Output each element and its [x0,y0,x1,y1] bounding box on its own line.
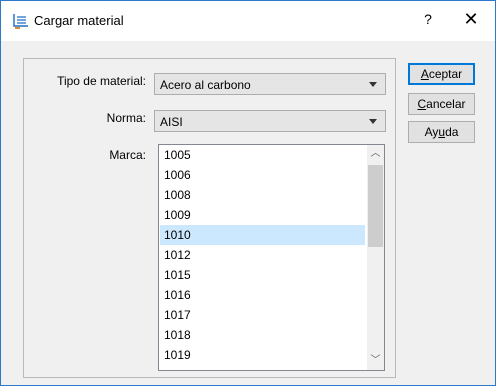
list-item[interactable]: 1015 [160,265,365,285]
accept-label-post: ceptar [428,67,463,81]
material-type-value: Acero al carbono [160,78,251,92]
standard-select[interactable]: AISI [154,110,386,132]
accept-button[interactable]: Aceptar [408,63,475,85]
cancel-button[interactable]: Cancelar [408,93,475,115]
chevron-down-icon [369,119,377,124]
help-label-post: da [445,125,459,139]
chevron-down-icon [369,82,377,87]
cancel-label-post: ancelar [426,97,466,111]
title-bar[interactable]: Cargar material ? ✕ [1,1,495,41]
list-item[interactable]: 1006 [160,165,365,185]
vertical-scrollbar[interactable]: ︿ ﹀ [367,145,384,370]
material-type-select[interactable]: Acero al carbono [154,73,386,95]
scrollbar-thumb[interactable] [368,165,383,247]
chevron-up-icon[interactable]: ︿ [367,145,384,163]
help-button[interactable]: Ayuda [408,121,475,143]
close-icon[interactable]: ✕ [461,9,481,30]
list-item[interactable]: 1010 [160,225,365,245]
standard-label: Norma: [106,111,146,125]
list-item[interactable]: 1018 [160,325,365,345]
brand-listbox[interactable]: 1005 1006 1008 1009 1010 1012 1015 1016 1017 1018… [158,144,385,371]
chevron-down-icon[interactable]: ﹀ [367,352,384,370]
list-item[interactable]: 1019 [160,345,365,365]
standard-value: AISI [160,115,183,129]
material-load-icon [13,14,28,29]
list-item[interactable]: 1008 [160,185,365,205]
dialog-title: Cargar material [34,13,124,28]
list-item[interactable]: 1017 [160,305,365,325]
brand-label: Marca: [109,148,146,162]
dialog-window: Cargar material ? ✕ Tipo de material: Ac… [0,0,496,386]
material-type-label: Tipo de material: [57,74,146,88]
accept-label-mnemonic: A [420,67,429,81]
cancel-label-mnemonic: C [417,97,427,111]
list-item[interactable]: 1009 [160,205,365,225]
list-item[interactable]: 1012 [160,245,365,265]
list-item[interactable]: 1016 [160,285,365,305]
help-label-pre: Ay [424,125,439,139]
list-item[interactable]: 1005 [160,145,365,165]
help-title-button[interactable]: ? [420,11,436,27]
